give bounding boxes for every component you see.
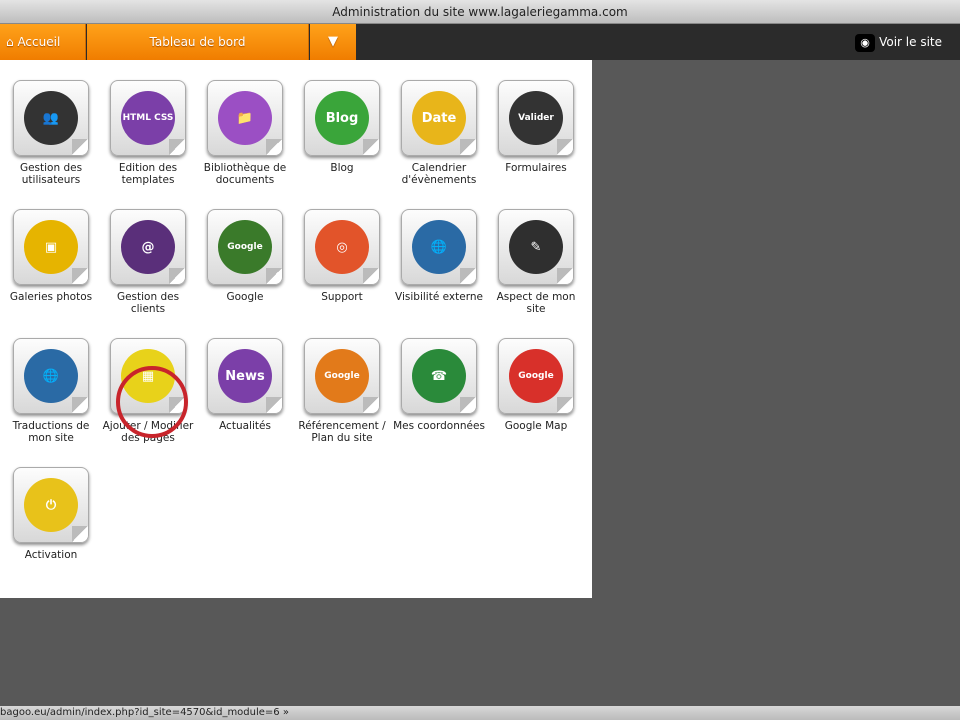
- module-tile[interactable]: 🌐 Visibilité externe: [391, 209, 487, 303]
- module-label: Formulaires: [505, 162, 567, 174]
- module-icon[interactable]: Google: [498, 338, 574, 414]
- dropdown-toggle[interactable]: ▼: [310, 24, 356, 60]
- module-label: Activation: [24, 549, 78, 561]
- module-label: Bibliothèque de documents: [203, 162, 287, 186]
- module-glyph-icon: Google: [218, 220, 272, 274]
- module-icon[interactable]: ⏻: [13, 467, 89, 543]
- module-label: Google Map: [504, 420, 568, 432]
- module-glyph-icon: ▣: [24, 220, 78, 274]
- home-icon: ⌂: [6, 35, 18, 49]
- module-tile[interactable]: 📁 Bibliothèque de documents: [197, 80, 293, 186]
- module-tile[interactable]: ✎ Aspect de mon site: [488, 209, 584, 315]
- module-label: Support: [321, 291, 363, 303]
- status-bar-url: bagoo.eu/admin/index.php?id_site=4570&id…: [0, 706, 960, 720]
- module-icon[interactable]: ✎: [498, 209, 574, 285]
- module-icon[interactable]: Valider: [498, 80, 574, 156]
- module-tile[interactable]: News Actualités: [197, 338, 293, 432]
- view-site-label: Voir le site: [879, 35, 942, 49]
- module-tile[interactable]: Valider Formulaires: [488, 80, 584, 174]
- module-glyph-icon: Valider: [509, 91, 563, 145]
- module-label: Gestion des clients: [116, 291, 180, 315]
- module-tile[interactable]: HTML CSS Edition des templates: [100, 80, 196, 186]
- module-glyph-icon: ☎: [412, 349, 466, 403]
- module-label: Gestion des utilisateurs: [19, 162, 83, 186]
- module-tile[interactable]: ☎ Mes coordonnées: [391, 338, 487, 432]
- module-icon[interactable]: ▣: [13, 209, 89, 285]
- module-tile[interactable]: Google Référencement / Plan du site: [294, 338, 390, 444]
- module-glyph-icon: 👥: [24, 91, 78, 145]
- module-glyph-icon: 📁: [218, 91, 272, 145]
- highlight-circle: [116, 366, 188, 438]
- module-glyph-icon: Google: [509, 349, 563, 403]
- module-icon[interactable]: 🌐: [13, 338, 89, 414]
- module-tile[interactable]: ▣ Galeries photos: [3, 209, 99, 303]
- home-label: Accueil: [17, 35, 61, 49]
- module-label: Calendrier d'évènements: [401, 162, 477, 186]
- module-label: Edition des templates: [118, 162, 178, 186]
- module-icon[interactable]: Google: [207, 209, 283, 285]
- module-icon[interactable]: Blog: [304, 80, 380, 156]
- module-icon[interactable]: ☎: [401, 338, 477, 414]
- eye-icon: ◉: [855, 34, 876, 52]
- module-icon[interactable]: 👥: [13, 80, 89, 156]
- module-glyph-icon: Google: [315, 349, 369, 403]
- module-icon[interactable]: Google: [304, 338, 380, 414]
- dashboard-panel: 👥 Gestion des utilisateurs HTML CSS Edition…: [0, 60, 592, 598]
- module-icon[interactable]: ◎: [304, 209, 380, 285]
- module-icon[interactable]: 📁: [207, 80, 283, 156]
- module-label: Mes coordonnées: [393, 420, 485, 432]
- module-label: Galeries photos: [9, 291, 93, 303]
- module-glyph-icon: ⏻: [24, 478, 78, 532]
- view-site-button[interactable]: ◉ Voir le site: [855, 24, 942, 60]
- module-tile[interactable]: Google Google: [197, 209, 293, 303]
- module-tile[interactable]: 🌐 Traductions de mon site: [3, 338, 99, 444]
- module-glyph-icon: 🌐: [412, 220, 466, 274]
- module-tile[interactable]: Date Calendrier d'évènements: [391, 80, 487, 186]
- module-icon[interactable]: @: [110, 209, 186, 285]
- home-button[interactable]: ⌂ Accueil: [0, 24, 86, 60]
- module-label: Aspect de mon site: [496, 291, 576, 315]
- module-tile[interactable]: ◎ Support: [294, 209, 390, 303]
- module-tile[interactable]: ⏻ Activation: [3, 467, 99, 561]
- module-glyph-icon: @: [121, 220, 175, 274]
- module-tile[interactable]: Google Google Map: [488, 338, 584, 432]
- module-glyph-icon: Date: [412, 91, 466, 145]
- module-glyph-icon: News: [218, 349, 272, 403]
- top-nav: ⌂ Accueil Tableau de bord ▼ ◉ Voir le sit…: [0, 24, 960, 60]
- module-glyph-icon: HTML CSS: [121, 91, 175, 145]
- module-tile[interactable]: Blog Blog: [294, 80, 390, 174]
- module-tile[interactable]: 👥 Gestion des utilisateurs: [3, 80, 99, 186]
- dashboard-button[interactable]: Tableau de bord: [87, 24, 309, 60]
- module-icon[interactable]: Date: [401, 80, 477, 156]
- module-icon[interactable]: HTML CSS: [110, 80, 186, 156]
- module-glyph-icon: Blog: [315, 91, 369, 145]
- module-icon[interactable]: 🌐: [401, 209, 477, 285]
- module-glyph-icon: ◎: [315, 220, 369, 274]
- module-glyph-icon: 🌐: [24, 349, 78, 403]
- module-label: Référencement / Plan du site: [298, 420, 386, 444]
- module-label: Actualités: [219, 420, 271, 432]
- module-label: Google: [226, 291, 264, 303]
- module-glyph-icon: ✎: [509, 220, 563, 274]
- module-icon[interactable]: News: [207, 338, 283, 414]
- module-label: Visibilité externe: [395, 291, 483, 303]
- module-label: Blog: [330, 162, 354, 174]
- module-label: Traductions de mon site: [12, 420, 90, 444]
- window-title: Administration du site www.lagaleriegamm…: [0, 0, 960, 24]
- module-tile[interactable]: @ Gestion des clients: [100, 209, 196, 315]
